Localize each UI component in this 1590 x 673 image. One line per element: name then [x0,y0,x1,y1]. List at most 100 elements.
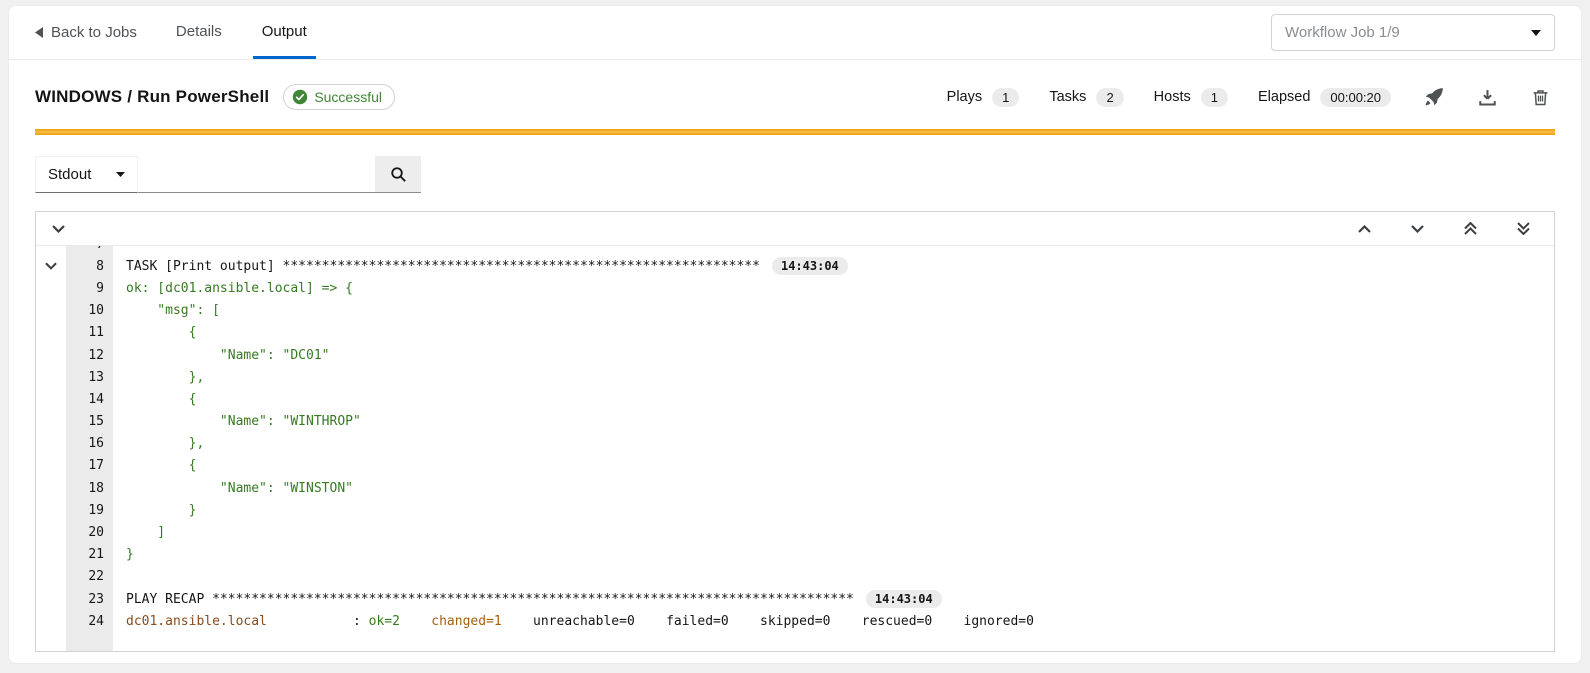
magnifier-icon [390,166,407,183]
line-number: 20 [66,521,113,543]
line-number: 8 [66,255,113,277]
line-number: 13 [66,366,113,388]
console-line-18: 18 "Name": "WINSTON" [36,477,1554,499]
line-toggle-spacer [36,566,66,588]
line-number: 17 [66,455,113,477]
console-body: 78TASK [Print output] ******************… [36,246,1554,651]
workflow-job-select[interactable]: Workflow Job 1/9 [1271,14,1555,51]
collapse-all-button[interactable] [52,225,65,233]
stat-plays: Plays1 [947,88,1020,107]
line-number: 11 [66,322,113,344]
line-content: { [113,388,196,410]
line-toggle-spacer [36,322,66,344]
line-toggle-spacer [36,344,66,366]
status-badge: Successful [283,84,395,110]
console-line-19: 19 } [36,499,1554,521]
line-content: "Name": "WINTHROP" [113,411,361,433]
stat-label: Elapsed [1258,89,1310,105]
console-line-23: 23PLAY RECAP ***************************… [36,588,1554,610]
stat-label: Hosts [1154,89,1191,105]
double-chevron-up-icon [1464,222,1477,235]
line-number: 18 [66,477,113,499]
line-toggle-spacer [36,366,66,388]
scroll-to-bottom-button[interactable] [1517,222,1530,235]
rocket-icon [1425,88,1443,106]
console-line-10: 10 "msg": [ [36,300,1554,322]
back-to-jobs-link[interactable]: Back to Jobs [35,6,137,59]
download-output-button[interactable] [1479,89,1496,106]
stat-label: Tasks [1049,89,1086,105]
stat-label: Plays [947,89,982,105]
job-title: WINDOWS / Run PowerShell [35,87,269,107]
line-number: 9 [66,277,113,299]
status-badge-label: Successful [314,89,382,105]
line-content: { [113,455,196,477]
caret-left-icon [35,27,44,38]
line-content: "Name": "DC01" [113,344,330,366]
check-circle-icon [292,89,308,105]
console-line-16: 16 }, [36,433,1554,455]
stat-value-pill: 1 [1201,88,1228,107]
console-line-11: 11 { [36,322,1554,344]
search-button[interactable] [375,156,421,193]
scroll-up-button[interactable] [1358,225,1371,233]
console-line-12: 12 "Name": "DC01" [36,344,1554,366]
line-content: { [113,322,196,344]
job-header: WINDOWS / Run PowerShell Successful Play… [35,80,1555,114]
line-number: 24 [66,610,113,632]
job-progress-bar [35,129,1555,135]
line-toggle-spacer [36,521,66,543]
job-actions [1425,88,1549,106]
line-number: 14 [66,388,113,410]
line-toggle-spacer [36,388,66,410]
chevron-down-icon [1531,30,1541,36]
console-line-9: 9ok: [dc01.ansible.local] => { [36,277,1554,299]
line-content: } [113,499,196,521]
console-line-21: 21} [36,544,1554,566]
stat-value-pill: 2 [1096,88,1123,107]
line-number: 21 [66,544,113,566]
console-line-20: 20 ] [36,521,1554,543]
line-toggle-spacer [36,277,66,299]
tab-bar: Back to Jobs Details Output Workflow Job… [9,6,1581,60]
line-toggle-spacer [36,246,66,255]
line-expand-toggle-icon[interactable] [36,255,66,277]
relaunch-button[interactable] [1425,88,1443,106]
stat-tasks: Tasks 2 [1049,88,1123,107]
scroll-to-top-button[interactable] [1464,222,1477,235]
line-toggle-spacer [36,499,66,521]
stat-value-pill: 00:00:20 [1320,88,1391,107]
back-to-jobs-label: Back to Jobs [51,24,137,41]
double-chevron-down-icon [1517,222,1530,235]
line-content: ok: [dc01.ansible.local] => { [113,277,353,299]
delete-job-button[interactable] [1532,89,1549,106]
line-toggle-spacer [36,588,66,610]
timestamp-badge: 14:43:04 [866,590,942,608]
stat-elapsed: Elapsed 00:00:20 [1258,88,1391,107]
timestamp-badge: 14:43:04 [772,257,848,275]
line-content: ] [113,521,165,543]
line-content: PLAY RECAP *****************************… [113,588,942,610]
line-number: 22 [66,566,113,588]
console-line-22: 22 [36,566,1554,588]
line-number: 15 [66,411,113,433]
line-toggle-spacer [36,477,66,499]
line-content: "Name": "WINSTON" [113,477,353,499]
console-line-15: 15 "Name": "WINTHROP" [36,411,1554,433]
scroll-down-button[interactable] [1411,225,1424,233]
stdout-filter-value: Stdout [48,166,91,183]
line-content: TASK [Print output] ********************… [113,255,848,277]
line-number: 16 [66,433,113,455]
line-toggle-spacer [36,455,66,477]
line-content: "msg": [ [113,300,220,322]
console-line-14: 14 { [36,388,1554,410]
tab-details[interactable]: Details [167,6,231,59]
search-input[interactable] [138,156,375,193]
line-number: 23 [66,588,113,610]
stdout-filter-select[interactable]: Stdout [35,156,138,193]
console-line-17: 17 { [36,455,1554,477]
console-toolbar [36,212,1554,246]
line-toggle-spacer [36,300,66,322]
line-toggle-spacer [36,544,66,566]
tab-output[interactable]: Output [253,6,316,59]
